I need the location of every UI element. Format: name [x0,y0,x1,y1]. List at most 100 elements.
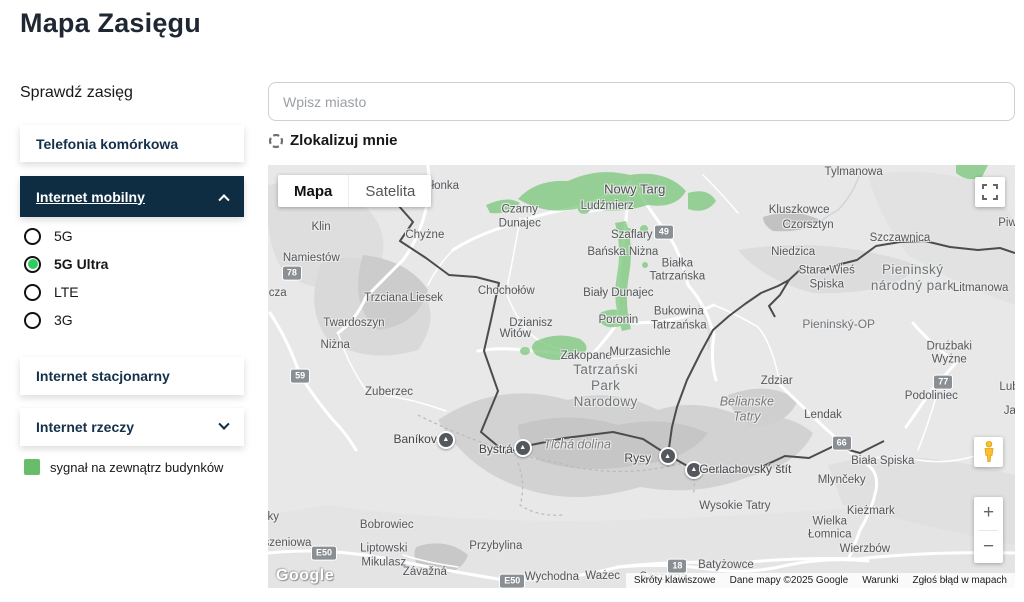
road-shield: 77 [934,376,952,389]
road-shield: 49 [655,225,673,238]
map-label: szeniowa [268,537,311,551]
map-label: Bukowina Tatrzańska [651,305,707,332]
chevron-up-icon [218,194,229,205]
map-label: Belianske Tatry [720,395,774,425]
road-shield: 18 [668,560,686,573]
radio-label: 5G [54,228,73,244]
legend-label: sygnał na zewnątrz budynków [50,460,223,475]
map-label: Lub [999,382,1015,396]
attribution-link[interactable]: Skróty klawiszowe [634,575,716,586]
page-title: Mapa Zasięgu [20,8,201,39]
map-label: Białka Tatrzańska [650,257,706,284]
map-label: Drużbaki Wyżne [927,340,972,367]
map-label: Ja [1004,406,1015,420]
radio-option-5g-ultra[interactable]: 5G Ultra [24,250,244,278]
map-label: Niedzica [771,246,815,260]
map-type-map-button[interactable]: Mapa [278,175,348,207]
sidebar-item-internet-stacjonarny[interactable]: Internet stacjonarny [20,357,244,395]
map-viewport[interactable]: ▲▲▲▲JabłonkaNowy TargLudźmierzTylmanowaK… [268,165,1015,588]
map-label: Chyżne [405,230,444,244]
zoom-control: + − [974,497,1003,563]
google-logo[interactable]: Google [276,567,334,585]
zoom-in-button[interactable]: + [974,497,1003,530]
radio-option-lte[interactable]: LTE [24,278,244,306]
map-label: Závažná [403,566,447,580]
map-label: Tichá dolina [544,438,611,453]
map-label: Bystrá [479,442,513,456]
radio-option-3g[interactable]: 3G [24,306,244,334]
road-shield: E50 [312,547,336,560]
check-coverage-subtitle: Sprawdź zasięg [20,84,133,102]
map-label: Bobrowiec [360,519,414,533]
zoom-out-button[interactable]: − [974,531,1003,564]
map-label: Rysy [624,451,651,465]
map-label: Murzasichle [609,346,670,360]
map-label: Wierzbów [840,543,890,557]
radio-option-5g[interactable]: 5G [24,222,244,250]
coverage-legend: sygnał na zewnątrz budynków [24,459,223,475]
map-label: Trzciana [364,292,408,306]
locate-me-button[interactable]: Zlokalizuj mnie [268,132,398,149]
radio-circle [24,284,41,301]
map-label: Stara Wieś Spiska [799,265,855,292]
map-type-satellite-button[interactable]: Satelita [348,175,431,207]
card-label: Telefonia komórkowa [36,136,178,152]
map-label: Przybylina [469,540,522,554]
map-label: Wielka Łomnica [808,515,851,542]
map-attribution: Skróty klawiszowe Dane mapy ©2025 Google W… [626,573,1015,588]
map-label: Baníkov [393,432,436,446]
map-labels-layer: ▲▲▲▲JabłonkaNowy TargLudźmierzTylmanowaK… [268,165,1015,588]
map-label: Kieżmark [847,506,895,520]
map-type-control: Mapa Satelita [278,175,431,207]
map-label: Kluszkowce [769,204,830,218]
radio-label: 3G [54,312,73,328]
search-input[interactable] [268,82,1015,121]
map-label: Podoliniec [905,390,958,404]
road-shield: E50 [500,575,524,588]
map-label: Tatrzański Park Narodowy [573,362,638,410]
card-label: Internet stacjonarny [36,368,170,384]
pegman-icon [983,441,995,463]
map-label: Piw [998,217,1015,231]
crosshair-icon [268,133,284,149]
map-label: Wychodna [525,571,579,585]
pegman-button[interactable] [974,437,1003,467]
radio-label: 5G Ultra [54,256,108,272]
attribution-link[interactable]: Zgłoś błąd w mapach [913,575,1008,586]
card-label: Internet mobilny [36,189,145,205]
map-label: Niżna [321,339,350,353]
map-label: Szczawnica [870,232,931,246]
map-label: Batyżowce [698,559,754,573]
road-shield: 59 [291,370,309,383]
radio-circle [24,228,41,245]
sidebar-item-telefonia-komorkowa[interactable]: Telefonia komórkowa [20,125,244,162]
map-label: Ludźmierz [581,200,634,214]
map-label: Klin [311,221,330,235]
legend-color-swatch [24,459,40,475]
map-label: Twardoszyn [323,317,384,331]
map-label: Litmanowa [953,282,1009,296]
map-label: Pieninský-OP [802,317,875,331]
map-label: Zdziar [761,375,793,389]
map-label: Lendak [804,409,842,423]
sidebar-item-internet-rzeczy[interactable]: Internet rzeczy [20,408,244,446]
road-shield: 78 [283,266,301,279]
map-label: Poronin [599,314,639,328]
fullscreen-icon [982,184,998,200]
map-label: Zuberzec [365,387,413,401]
sidebar-item-internet-mobilny[interactable]: Internet mobilny [20,176,244,217]
road-shield: 66 [833,437,851,450]
radio-circle [24,256,41,273]
map-label: Liptowski Mikulasz [360,543,407,570]
radio-group: 5G 5G Ultra LTE 3G [24,222,244,334]
attribution-link[interactable]: Warunki [862,575,898,586]
attribution-link[interactable]: Dane mapy ©2025 Google [730,575,849,586]
peak-marker-icon: ▲ [514,439,532,457]
radio-label: LTE [54,284,79,300]
map-label: Szaflary [611,229,653,243]
map-label: Biała Spiska [851,456,914,470]
fullscreen-button[interactable] [975,177,1005,207]
chevron-down-icon [218,419,229,430]
map-label: Ważec [585,571,620,585]
peak-marker-icon: ▲ [437,431,455,449]
